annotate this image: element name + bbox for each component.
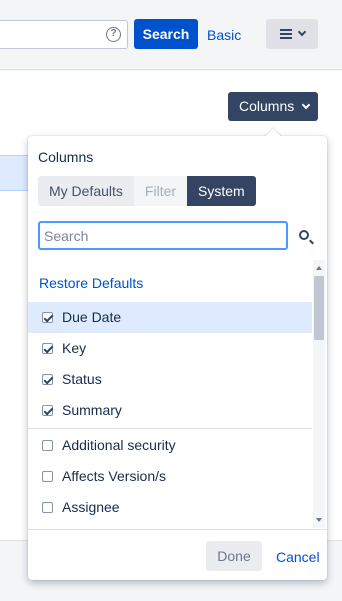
restore-defaults-link[interactable]: Restore Defaults xyxy=(39,275,143,291)
scroll-down-arrow-icon[interactable] xyxy=(316,518,322,522)
chevron-down-icon xyxy=(301,100,311,110)
view-menu-button[interactable] xyxy=(266,19,318,49)
column-option-summary[interactable]: Summary xyxy=(28,395,312,426)
top-toolbar: ? Search Basic xyxy=(0,0,342,70)
dropdown-title: Columns xyxy=(38,149,94,165)
selected-issue-row[interactable] xyxy=(0,155,30,191)
checkbox[interactable] xyxy=(42,471,53,482)
checkbox[interactable] xyxy=(42,502,53,513)
dropdown-footer: Done Cancel xyxy=(28,529,327,580)
column-option-label: Due Date xyxy=(62,309,122,325)
columns-dropdown: Columns My Defaults Filter System Restor… xyxy=(28,136,327,580)
list-divider xyxy=(28,428,312,429)
column-option-label: Additional security xyxy=(62,437,176,453)
tab-system[interactable]: System xyxy=(187,176,256,206)
column-option-label: Summary xyxy=(62,402,122,418)
columns-button[interactable]: Columns xyxy=(228,92,318,121)
column-search-input[interactable] xyxy=(38,221,288,250)
query-input[interactable]: ? xyxy=(0,20,128,49)
column-option-additional-security[interactable]: Additional security xyxy=(28,430,312,461)
scroll-up-arrow-icon[interactable] xyxy=(316,266,322,270)
scrollbar-thumb[interactable] xyxy=(314,276,324,340)
column-option-affects-version[interactable]: Affects Version/s xyxy=(28,461,312,492)
column-option-label: Status xyxy=(62,371,102,387)
chevron-down-icon xyxy=(297,27,307,37)
basic-mode-link[interactable]: Basic xyxy=(207,27,241,43)
tab-filter: Filter xyxy=(133,176,188,206)
checkbox[interactable] xyxy=(42,440,53,451)
column-option-due-date[interactable]: Due Date xyxy=(28,302,312,333)
columns-button-label: Columns xyxy=(239,98,295,114)
checkbox[interactable] xyxy=(42,374,53,385)
done-button[interactable]: Done xyxy=(206,541,262,571)
search-button[interactable]: Search xyxy=(134,19,198,49)
question-circle-icon[interactable]: ? xyxy=(106,27,121,42)
checkbox[interactable] xyxy=(42,343,53,354)
list-scrollbar[interactable] xyxy=(313,260,325,528)
column-option-label: Key xyxy=(62,340,87,356)
column-option-assignee[interactable]: Assignee xyxy=(28,492,312,523)
search-icon[interactable] xyxy=(299,230,309,240)
column-option-key[interactable]: Key xyxy=(28,333,312,364)
cancel-link[interactable]: Cancel xyxy=(276,549,320,565)
column-option-label: Affects Version/s xyxy=(62,468,167,484)
checkbox[interactable] xyxy=(42,312,53,323)
checkbox[interactable] xyxy=(42,405,53,416)
column-config-tabs: My Defaults Filter System xyxy=(38,176,256,206)
column-option-status[interactable]: Status xyxy=(28,364,312,395)
column-option-label: Assignee xyxy=(62,499,120,515)
hamburger-icon xyxy=(280,29,292,39)
tab-my-defaults[interactable]: My Defaults xyxy=(38,176,134,206)
column-list: Restore Defaults Due Date Key Status Sum… xyxy=(28,260,327,528)
